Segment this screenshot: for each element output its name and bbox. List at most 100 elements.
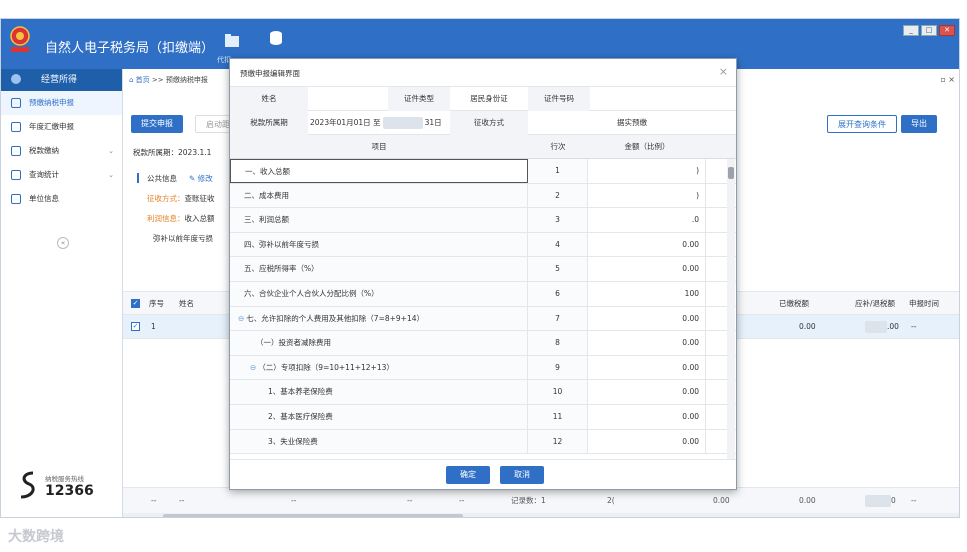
sidebar-item[interactable]: 预缴纳税申报 — [1, 91, 122, 115]
row-item[interactable]: 三、利润总额 — [230, 208, 528, 232]
row-line-number: 7 — [528, 306, 588, 331]
id-number-label: 证件号码 — [528, 87, 590, 111]
maximize-button[interactable]: □ — [921, 25, 937, 36]
period-value: 2023年01月01日 至 31日 — [310, 117, 442, 129]
row-amount[interactable]: 0.00 — [588, 306, 706, 331]
row-time: -- — [911, 322, 917, 331]
sidebar-item[interactable]: 税款缴纳 ⌄ — [1, 139, 122, 163]
confirm-button[interactable]: 确定 — [446, 466, 490, 484]
row-due: .00 — [865, 315, 899, 339]
table-row[interactable]: 1、基本养老保险费 10 0.00 — [230, 380, 736, 405]
row-item-label: 1、基本养老保险费 — [268, 387, 333, 397]
sidebar-collapse-button[interactable]: « — [57, 237, 69, 249]
export-button[interactable]: 导出 — [901, 115, 937, 133]
row-amount[interactable]: 0.00 — [588, 429, 706, 454]
coins-icon[interactable] — [267, 29, 285, 47]
row-index: 1 — [151, 322, 156, 331]
folder-icon[interactable] — [223, 32, 241, 50]
sidebar-item[interactable]: 单位信息 — [1, 187, 122, 211]
collect-method-label: 征收方式 — [450, 111, 528, 135]
row-item[interactable]: 2、基本医疗保险费 — [230, 405, 528, 429]
row-amount[interactable]: 0.00 — [588, 380, 706, 404]
public-info-title: 公共信息 — [147, 174, 177, 183]
dialog-scrollbar[interactable] — [727, 159, 735, 459]
table-row[interactable]: 五、应税所得率（%） 5 0.00 — [230, 257, 736, 282]
tab-controls[interactable]: ▫ × — [940, 75, 955, 84]
horizontal-scrollbar[interactable] — [123, 513, 959, 517]
row-amount[interactable]: 0.00 — [588, 405, 706, 429]
row-line-number: 9 — [528, 355, 588, 380]
row-amount[interactable]: ) — [588, 159, 706, 183]
table-row[interactable]: 二、成本费用 2) — [230, 183, 736, 209]
row-amount[interactable]: .0 — [588, 208, 706, 232]
name-label: 姓名 — [230, 87, 308, 111]
sidebar-item[interactable]: 年度汇缴申报 — [1, 115, 122, 139]
section-marker — [137, 173, 139, 183]
app-title: 自然人电子税务局（扣缴端） — [45, 41, 215, 56]
summary-cell: -- — [179, 496, 185, 505]
row-line-number: 3 — [528, 208, 588, 232]
row-item[interactable]: 六、合伙企业个人合伙人分配比例（%） — [230, 282, 528, 306]
summary-cell: 0.00 — [799, 496, 816, 505]
row-item[interactable]: （一）投资者减除费用 — [230, 331, 528, 355]
row-item-label: 七、允许扣除的个人费用及其他扣除（7=8+9+14） — [246, 313, 425, 323]
table-row[interactable]: 三、利润总额 3.0 — [230, 208, 736, 233]
dialog-close-icon[interactable]: × — [719, 65, 728, 78]
row-item-label: 2、基本医疗保险费 — [268, 412, 333, 421]
table-row[interactable]: ⊖ （二）专项扣除（9=10+11+12+13） 9 0.00 — [230, 355, 736, 381]
row-line-number: 8 — [528, 331, 588, 355]
name-value — [308, 87, 388, 111]
row-amount[interactable]: 0.00 — [588, 355, 706, 380]
table-row[interactable]: 一、收入总额 1) — [230, 159, 736, 184]
close-window-button[interactable]: ✕ — [939, 25, 955, 36]
row-item[interactable]: 3、失业保险费 — [230, 429, 528, 454]
submit-declaration-button[interactable]: 提交申报 — [131, 115, 183, 133]
chevron-down-icon[interactable]: ⌄ — [108, 163, 114, 187]
row-item[interactable]: 五、应税所得率（%） — [230, 257, 528, 281]
minimize-button[interactable]: _ — [903, 25, 919, 36]
sidebar-header-label: 经营所得 — [41, 75, 78, 85]
edit-link[interactable]: ✎ 修改 — [189, 173, 213, 184]
calendar-icon — [11, 122, 21, 132]
col-name: 姓名 — [179, 299, 194, 308]
row-item[interactable]: ⊖ （二）专项扣除（9=10+11+12+13） — [230, 355, 528, 380]
hotline-logo-icon — [20, 471, 35, 499]
collapse-toggle-icon[interactable]: ⊖ — [250, 363, 256, 372]
sidebar-item[interactable]: 查询统计 ⌄ — [1, 163, 122, 187]
expand-query-button[interactable]: 展开查询条件 — [827, 115, 897, 133]
breadcrumb-home[interactable]: ⌂ 首页 — [129, 76, 150, 84]
row-item[interactable]: 四、弥补以前年度亏损 — [230, 232, 528, 257]
row-amount[interactable]: ) — [588, 183, 706, 208]
table-row[interactable]: 六、合伙企业个人合伙人分配比例（%） 6 100 — [230, 282, 736, 307]
dialog-footer: 确定 取消 — [230, 459, 736, 489]
row-item-label: 五、应税所得率（%） — [244, 264, 319, 274]
scrollbar-thumb[interactable] — [163, 514, 463, 517]
row-item[interactable]: ⊖ 七、允许扣除的个人费用及其他扣除（7=8+9+14） — [230, 306, 528, 331]
row-item[interactable]: 1、基本养老保险费 — [230, 380, 528, 404]
table-row[interactable]: ⊖ 七、允许扣除的个人费用及其他扣除（7=8+9+14） 7 0.00 — [230, 306, 736, 332]
row-item[interactable]: 二、成本费用 — [230, 183, 528, 208]
row-checkbox[interactable]: ✓ — [131, 322, 140, 331]
row-item[interactable]: 一、收入总额 — [230, 159, 528, 183]
row-amount[interactable]: 0.00 — [588, 232, 706, 257]
row-amount[interactable]: 0.00 — [588, 257, 706, 281]
row-amount[interactable]: 100 — [588, 282, 706, 306]
cancel-button[interactable]: 取消 — [500, 466, 544, 484]
row-amount[interactable]: 0.00 — [588, 331, 706, 355]
collapse-toggle-icon[interactable]: ⊖ — [238, 314, 244, 323]
tax-icon — [11, 146, 21, 156]
building-icon — [11, 194, 21, 204]
dialog-scrollbar-thumb[interactable] — [728, 167, 734, 179]
col-due: 应补/退税额 — [855, 299, 896, 308]
table-row[interactable]: 3、失业保险费 12 0.00 — [230, 429, 736, 455]
table-row[interactable]: （一）投资者减除费用 8 0.00 — [230, 331, 736, 356]
chevron-down-icon[interactable]: ⌄ — [108, 139, 114, 163]
select-all-checkbox[interactable]: ✓ — [131, 299, 140, 308]
col-item: 项目 — [371, 142, 387, 151]
table-row[interactable]: 2、基本医疗保险费 11 0.00 — [230, 405, 736, 430]
table-row[interactable]: 四、弥补以前年度亏损 4 0.00 — [230, 232, 736, 258]
summary-cell: 0.00 — [713, 496, 730, 505]
tax-emblem-icon — [10, 26, 30, 52]
row-line-number: 10 — [528, 380, 588, 404]
chart-icon — [11, 170, 21, 180]
